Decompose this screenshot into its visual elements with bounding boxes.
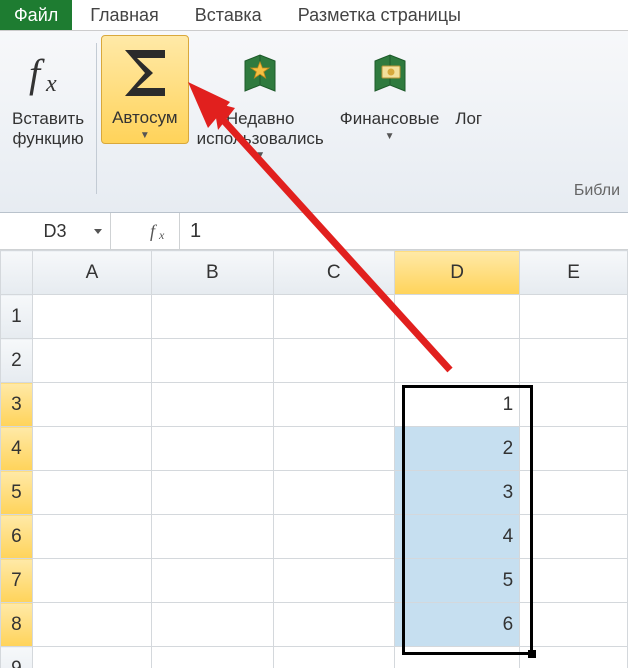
dropdown-icon: ▼ bbox=[112, 130, 178, 142]
dropdown-icon[interactable] bbox=[92, 225, 104, 237]
cell[interactable] bbox=[152, 559, 273, 603]
cell[interactable] bbox=[520, 427, 628, 471]
formula-value: 1 bbox=[190, 220, 201, 243]
insert-function-button[interactable]: f x Вставить функцию bbox=[4, 37, 92, 152]
svg-text:f: f bbox=[150, 221, 158, 241]
cell[interactable] bbox=[32, 339, 151, 383]
cell[interactable] bbox=[152, 515, 273, 559]
tab-file[interactable]: Файл bbox=[0, 0, 72, 30]
col-header-E[interactable]: E bbox=[520, 251, 628, 295]
cell[interactable] bbox=[520, 559, 628, 603]
row-header-1[interactable]: 1 bbox=[1, 295, 33, 339]
row-header-5[interactable]: 5 bbox=[1, 471, 33, 515]
logical-button[interactable]: Лог bbox=[447, 37, 482, 133]
col-header-C[interactable]: C bbox=[273, 251, 394, 295]
dropdown-icon: ▼ bbox=[197, 150, 324, 162]
autosum-button[interactable]: Автосум ▼ bbox=[101, 35, 189, 144]
tab-insert[interactable]: Вставка bbox=[177, 0, 280, 30]
cell[interactable] bbox=[152, 339, 273, 383]
worksheet-grid[interactable]: A B C D E 1 2 3 1 4 2 5 3 6 4 7 5 8 6 bbox=[0, 250, 628, 668]
cell[interactable] bbox=[394, 647, 519, 668]
cell-D4[interactable]: 2 bbox=[394, 427, 519, 471]
recent-label-2: использовались bbox=[197, 129, 324, 149]
cell-D6[interactable]: 4 bbox=[394, 515, 519, 559]
fx-icon[interactable]: f x bbox=[145, 220, 179, 242]
separator bbox=[96, 43, 97, 194]
row-header-4[interactable]: 4 bbox=[1, 427, 33, 471]
cell-D8[interactable]: 6 bbox=[394, 603, 519, 647]
tab-page-layout[interactable]: Разметка страницы bbox=[280, 0, 479, 30]
svg-text:f: f bbox=[29, 51, 45, 96]
cell[interactable] bbox=[273, 427, 394, 471]
fill-handle[interactable] bbox=[528, 650, 536, 658]
cell[interactable] bbox=[520, 515, 628, 559]
formula-bar-row: D3 ✕ f x 1 bbox=[0, 213, 628, 250]
cell[interactable] bbox=[32, 559, 151, 603]
cell[interactable] bbox=[32, 515, 151, 559]
name-box-value: D3 bbox=[43, 221, 66, 242]
svg-text:x: x bbox=[45, 71, 57, 97]
sigma-icon bbox=[117, 40, 173, 106]
ribbon-group-label: Библи bbox=[574, 182, 620, 200]
cell[interactable] bbox=[152, 603, 273, 647]
row-header-8[interactable]: 8 bbox=[1, 603, 33, 647]
cell[interactable] bbox=[520, 471, 628, 515]
financial-label: Финансовые bbox=[340, 109, 440, 129]
col-header-A[interactable]: A bbox=[32, 251, 151, 295]
insert-fn-label-2: функцию bbox=[12, 129, 84, 149]
cell[interactable] bbox=[273, 295, 394, 339]
cell[interactable] bbox=[32, 471, 151, 515]
row-header-3[interactable]: 3 bbox=[1, 383, 33, 427]
cell-D5[interactable]: 3 bbox=[394, 471, 519, 515]
ribbon-tabs: Файл Главная Вставка Разметка страницы bbox=[0, 0, 628, 31]
tab-home[interactable]: Главная bbox=[72, 0, 177, 30]
recent-label-1: Недавно bbox=[197, 109, 324, 129]
cell[interactable] bbox=[32, 295, 151, 339]
cell[interactable] bbox=[152, 383, 273, 427]
cell[interactable] bbox=[520, 295, 628, 339]
cell[interactable] bbox=[32, 603, 151, 647]
book-money-icon bbox=[365, 41, 415, 107]
insert-fn-label-1: Вставить bbox=[12, 109, 84, 129]
col-header-B[interactable]: B bbox=[152, 251, 273, 295]
cell[interactable] bbox=[520, 339, 628, 383]
cell[interactable] bbox=[273, 603, 394, 647]
row-header-2[interactable]: 2 bbox=[1, 339, 33, 383]
logical-label: Лог bbox=[455, 109, 482, 129]
dropdown-icon: ▼ bbox=[340, 131, 440, 143]
cell[interactable] bbox=[273, 339, 394, 383]
cell[interactable] bbox=[273, 515, 394, 559]
cell[interactable] bbox=[152, 471, 273, 515]
cell[interactable] bbox=[273, 383, 394, 427]
cell[interactable] bbox=[520, 603, 628, 647]
cell[interactable] bbox=[273, 471, 394, 515]
cell[interactable] bbox=[394, 339, 519, 383]
cell-D3[interactable]: 1 bbox=[394, 383, 519, 427]
cell[interactable] bbox=[32, 383, 151, 427]
financial-button[interactable]: Финансовые ▼ bbox=[332, 37, 448, 146]
cell[interactable] bbox=[394, 295, 519, 339]
recently-used-button[interactable]: Недавно использовались ▼ bbox=[189, 37, 332, 166]
cell[interactable] bbox=[152, 295, 273, 339]
name-box[interactable]: D3 bbox=[0, 213, 111, 249]
cell[interactable] bbox=[273, 559, 394, 603]
cell[interactable] bbox=[273, 647, 394, 668]
cell-D7[interactable]: 5 bbox=[394, 559, 519, 603]
ribbon: f x Вставить функцию Автосум ▼ bbox=[0, 31, 628, 213]
svg-text:x: x bbox=[158, 228, 165, 242]
cell[interactable] bbox=[520, 383, 628, 427]
cell[interactable] bbox=[32, 427, 151, 471]
row-header-9[interactable]: 9 bbox=[1, 647, 33, 668]
row-header-7[interactable]: 7 bbox=[1, 559, 33, 603]
cell[interactable] bbox=[152, 647, 273, 668]
row-header-6[interactable]: 6 bbox=[1, 515, 33, 559]
formula-input[interactable]: 1 bbox=[180, 213, 628, 249]
select-all-corner[interactable] bbox=[1, 251, 33, 295]
cell[interactable] bbox=[152, 427, 273, 471]
autosum-label: Автосум bbox=[112, 108, 178, 128]
col-header-D[interactable]: D bbox=[394, 251, 519, 295]
fx-icon: f x bbox=[23, 41, 73, 107]
cell[interactable] bbox=[32, 647, 151, 668]
book-star-icon bbox=[235, 41, 285, 107]
